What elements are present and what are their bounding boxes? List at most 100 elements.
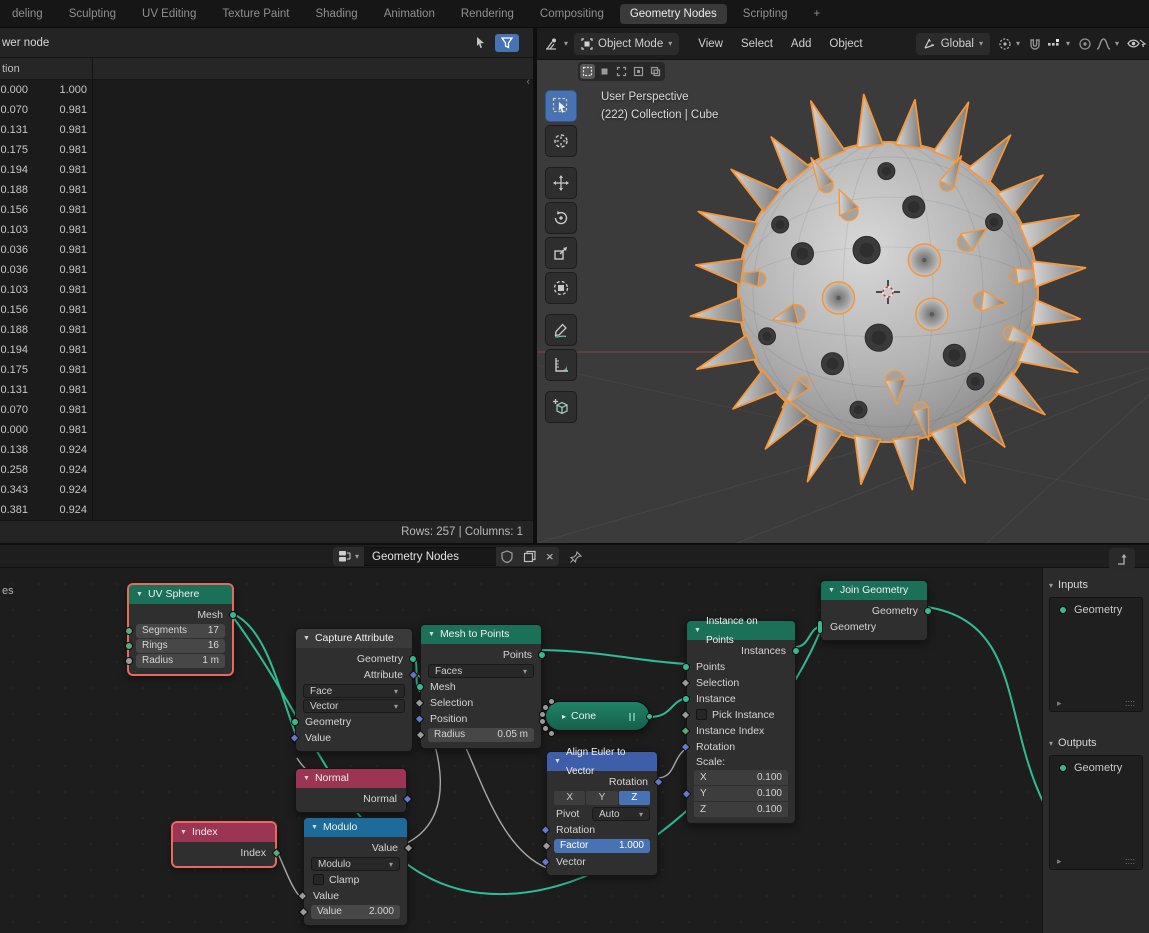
expand-chevron-icon[interactable]: ▸ (562, 712, 566, 721)
collapse-chevron-icon[interactable]: ▼ (303, 769, 310, 788)
snap-magnet-icon[interactable] (1028, 37, 1042, 51)
falloff-chevron[interactable]: ▾ (1115, 39, 1119, 48)
socket-rings-in[interactable] (125, 642, 133, 650)
workspace-tab-sculpting[interactable]: Sculpting (59, 4, 126, 24)
field-rings[interactable]: Rings16 (136, 639, 225, 653)
spreadsheet-column-header[interactable]: tion (0, 58, 533, 80)
collapse-chevron-icon[interactable]: ▼ (311, 818, 318, 837)
socket-instance-in[interactable] (682, 695, 690, 703)
select-mode-invert[interactable] (631, 64, 646, 79)
data-type-dropdown[interactable]: Vector▾ (303, 699, 405, 713)
pivot-dropdown[interactable]: ▾ (998, 37, 1020, 51)
node-instance-on-points[interactable]: ▼Instance on Points Instances Points Sel… (686, 620, 796, 824)
workspace-tab-deling[interactable]: deling (2, 4, 53, 24)
viewport-menu-object[interactable]: Object (820, 38, 871, 50)
collapse-chevron-icon[interactable]: ▼ (828, 581, 835, 600)
socket-segments-in[interactable] (125, 627, 133, 635)
editor-type-icon[interactable] (545, 37, 560, 51)
socket-geometry-in[interactable] (291, 718, 299, 726)
falloff-curve-icon[interactable] (1096, 37, 1111, 51)
scale-z-field[interactable]: Z0.100 (694, 802, 788, 817)
go-to-parent-tree-button[interactable] (1109, 548, 1135, 570)
new-data-button[interactable] (518, 547, 541, 566)
grip-handle[interactable]: :::: (1125, 698, 1135, 709)
clamp-checkbox[interactable] (313, 874, 324, 885)
node-tree-name-field[interactable]: Geometry Nodes (364, 547, 496, 566)
viewport-menu-add[interactable]: Add (782, 38, 820, 50)
axis-x-button[interactable]: X (554, 791, 585, 805)
viewport-3d[interactable]: ▾ Object Mode ▾ ViewSelectAddObject Glob… (537, 28, 1149, 543)
snap-target-icon[interactable] (1046, 37, 1062, 51)
spreadsheet-filter-button[interactable] (495, 34, 519, 52)
workspace-tab-scripting[interactable]: Scripting (733, 4, 798, 24)
operation-dropdown[interactable]: Modulo▾ (311, 857, 400, 871)
node-math-modulo[interactable]: ▼Modulo Value Modulo▾ Clamp Value Value2… (303, 817, 408, 926)
pivot-dropdown[interactable]: Auto▾ (592, 807, 650, 821)
socket-instances-out[interactable] (792, 647, 800, 655)
scale-y-field[interactable]: Y0.100 (694, 786, 788, 801)
collapse-chevron-icon[interactable]: ▼ (136, 585, 143, 604)
socket-geometry-out[interactable] (409, 655, 417, 663)
collapse-chevron-icon[interactable]: ▼ (694, 621, 701, 640)
input-item-geometry[interactable]: Geometry (1050, 598, 1142, 616)
socket-mesh-in[interactable] (416, 683, 424, 691)
snap-chevron[interactable]: ▾ (1066, 39, 1070, 48)
tool-transform[interactable] (545, 272, 577, 304)
field-factor[interactable]: Factor1.000 (554, 839, 650, 853)
editor-type-chevron[interactable]: ▾ (564, 39, 568, 48)
cone-input-socket[interactable] (548, 698, 555, 705)
collapse-chevron-icon[interactable]: ▼ (303, 629, 310, 648)
tool-annotate[interactable] (545, 314, 577, 346)
cone-input-socket[interactable] (542, 704, 549, 711)
viewport-menu-select[interactable]: Select (732, 38, 782, 50)
tool-cursor[interactable] (545, 125, 577, 157)
spreadsheet-cursor-icon[interactable] (468, 34, 492, 52)
collapse-chevron-icon[interactable]: ▼ (180, 823, 187, 842)
workspace-tab-uv-editing[interactable]: UV Editing (132, 4, 206, 24)
tool-scale[interactable] (545, 237, 577, 269)
workspace-tab-animation[interactable]: Animation (374, 4, 445, 24)
pick-instance-checkbox[interactable] (696, 709, 707, 720)
inputs-panel-header[interactable]: ▾Inputs (1049, 576, 1143, 594)
node-mesh-to-points[interactable]: ▼Mesh to Points Points Faces▾ Mesh Selec… (420, 624, 542, 749)
collapse-chevron-icon[interactable]: ▼ (554, 752, 561, 771)
gizmo-eye-icon[interactable] (1127, 36, 1147, 51)
grip-handle[interactable]: :::: (1125, 856, 1135, 867)
output-item-geometry[interactable]: Geometry (1050, 756, 1142, 774)
select-mode-set[interactable] (580, 64, 595, 79)
mode-dropdown-faces[interactable]: Faces▾ (428, 664, 534, 678)
collapse-chevron-icon[interactable]: ▼ (428, 625, 435, 644)
node-uv-sphere[interactable]: ▼UV Sphere Mesh Segments17 Rings16 Radiu… (128, 584, 233, 675)
tool-move[interactable] (545, 167, 577, 199)
cone-input-socket[interactable] (539, 718, 546, 725)
field-value[interactable]: Value2.000 (311, 905, 400, 919)
workspace-tab-rendering[interactable]: Rendering (451, 4, 524, 24)
workspace-tab--[interactable]: + (804, 4, 831, 24)
node-join-geometry[interactable]: ▼Join Geometry Geometry Geometry (820, 580, 928, 641)
socket-mesh-out[interactable] (646, 713, 653, 720)
orientation-dropdown[interactable]: Global ▾ (916, 33, 990, 55)
node-cone[interactable]: ▸Cone (545, 701, 650, 731)
node-tree-selector[interactable]: ▾ (333, 547, 364, 566)
viewport-menu-view[interactable]: View (689, 38, 732, 50)
cone-input-socket[interactable] (539, 711, 546, 718)
workspace-tab-texture-paint[interactable]: Texture Paint (212, 4, 299, 24)
fake-user-button[interactable] (496, 547, 518, 566)
expand-handle[interactable]: ▸ (1057, 698, 1062, 709)
field-segments[interactable]: Segments17 (136, 624, 225, 638)
domain-dropdown[interactable]: Face▾ (303, 684, 405, 698)
select-mode-extend[interactable] (597, 64, 612, 79)
scale-x-field[interactable]: X0.100 (694, 770, 788, 785)
node-normal[interactable]: ▼Normal Normal (295, 768, 407, 813)
axis-y-button[interactable]: Y (586, 791, 617, 805)
tool-add-cube[interactable] (545, 391, 577, 423)
unlink-button[interactable]: × (541, 547, 559, 566)
axis-z-button[interactable]: Z (619, 791, 650, 805)
socket-points-out[interactable] (538, 651, 546, 659)
expand-handle[interactable]: ▸ (1057, 856, 1062, 867)
socket-geometry-multi-in[interactable] (817, 620, 823, 634)
socket-geometry-out[interactable] (924, 607, 932, 615)
field-point-radius[interactable]: Radius0.05 m (428, 728, 534, 742)
workspace-tab-compositing[interactable]: Compositing (530, 4, 614, 24)
pin-icon[interactable] (569, 550, 583, 564)
